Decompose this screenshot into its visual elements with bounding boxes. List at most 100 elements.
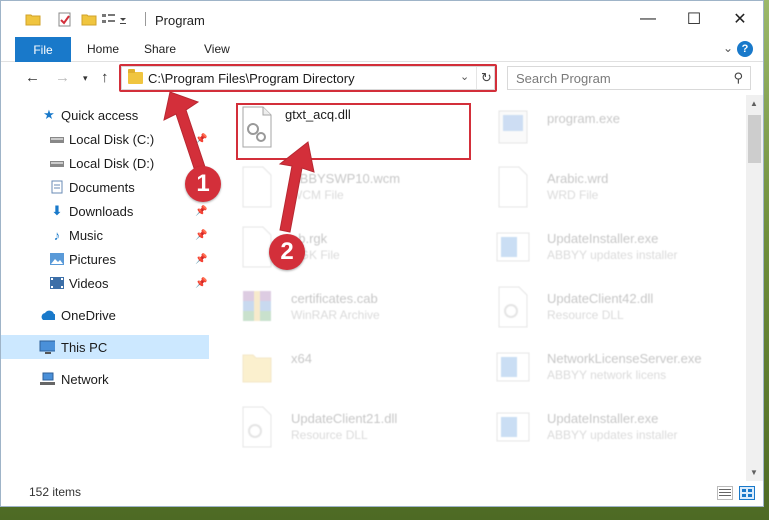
installer-icon bbox=[495, 345, 531, 389]
computer-icon bbox=[39, 339, 55, 355]
sidebar-item-this-pc[interactable]: This PC bbox=[1, 335, 209, 359]
status-bar: 152 items bbox=[1, 481, 763, 506]
new-folder-icon[interactable] bbox=[81, 12, 97, 26]
pin-icon[interactable]: 📌 bbox=[195, 134, 207, 145]
sidebar-item-onedrive[interactable]: OneDrive bbox=[1, 303, 209, 327]
documents-icon bbox=[49, 179, 65, 195]
file-type: ABBYY network licens bbox=[547, 368, 667, 382]
sidebar-item-music[interactable]: ♪ Music 📌 bbox=[1, 223, 209, 247]
dll-file-icon bbox=[239, 405, 275, 449]
tab-share[interactable]: Share bbox=[144, 42, 176, 56]
sidebar-item-local-disk-d[interactable]: Local Disk (D:) bbox=[1, 151, 209, 175]
file-item-networklicenseserver-exe[interactable]: NetworkLicenseServer.exe ABBYY network l… bbox=[489, 341, 729, 397]
pin-icon[interactable]: 📌 bbox=[195, 206, 207, 217]
pin-icon[interactable]: 📌 bbox=[195, 254, 207, 265]
file-type: WRD File bbox=[547, 188, 599, 202]
tab-file[interactable]: File bbox=[15, 37, 71, 62]
large-icons-view-icon[interactable] bbox=[739, 486, 755, 500]
file-name: program.exe bbox=[547, 111, 620, 126]
search-icon[interactable]: ⚲ bbox=[733, 70, 743, 86]
file-item-x64-folder[interactable]: x64 bbox=[233, 341, 473, 397]
forward-arrow-icon[interactable]: → bbox=[55, 69, 70, 86]
explorer-window: Program — ☐ ✕ File Home Share View ⌄ ? ←… bbox=[0, 0, 764, 507]
title-bar: Program — ☐ ✕ bbox=[1, 1, 763, 37]
file-name: Arabic.wrd bbox=[547, 171, 609, 186]
file-item-updateinstaller-exe[interactable]: UpdateInstaller.exe ABBYY updates instal… bbox=[489, 221, 729, 277]
file-name: ABBYSWP10.wcm bbox=[291, 171, 401, 186]
ribbon: File Home Share View ⌄ ? bbox=[1, 37, 763, 62]
dll-file-icon bbox=[495, 285, 531, 329]
folder-icon bbox=[239, 345, 275, 389]
sidebar-item-quick-access[interactable]: ★ Quick access bbox=[1, 103, 209, 127]
file-type: WinRAR Archive bbox=[291, 308, 380, 322]
scrollbar-thumb[interactable] bbox=[748, 115, 761, 163]
tab-home[interactable]: Home bbox=[87, 42, 119, 56]
up-arrow-icon[interactable]: ↑ bbox=[101, 69, 109, 86]
file-name: x64 bbox=[291, 351, 312, 366]
videos-icon bbox=[49, 275, 65, 291]
callout-2: 2 bbox=[269, 234, 305, 270]
sidebar-item-label: Network bbox=[61, 371, 109, 387]
file-name: UpdateClient21.dll bbox=[291, 411, 398, 426]
file-item-arabic-wrd[interactable]: Arabic.wrd WRD File bbox=[489, 161, 729, 217]
sidebar-item-videos[interactable]: Videos 📌 bbox=[1, 271, 209, 295]
scroll-down-icon[interactable]: ▼ bbox=[750, 468, 758, 477]
file-type: Resource DLL bbox=[291, 428, 368, 442]
sidebar-item-label: Videos bbox=[69, 275, 109, 291]
help-icon[interactable]: ? bbox=[737, 41, 753, 57]
file-name: UpdateInstaller.exe bbox=[547, 231, 659, 246]
window-title: Program bbox=[155, 13, 205, 28]
sidebar-item-label: Local Disk (C:) bbox=[69, 131, 155, 147]
search-placeholder: Search Program bbox=[516, 71, 611, 86]
cloud-icon bbox=[39, 307, 55, 323]
file-name: certificates.cab bbox=[291, 291, 378, 306]
file-item-updateinstaller-exe-2[interactable]: UpdateInstaller.exe ABBYY updates instal… bbox=[489, 401, 729, 457]
folder-icon[interactable] bbox=[25, 12, 41, 26]
file-name: UpdateClient42.dll bbox=[547, 291, 654, 306]
file-item-certificates-cab[interactable]: certificates.cab WinRAR Archive bbox=[233, 281, 473, 337]
installer-icon bbox=[495, 225, 531, 269]
sidebar-item-label: Downloads bbox=[69, 203, 134, 219]
scroll-up-icon[interactable]: ▲ bbox=[750, 99, 758, 108]
tab-view[interactable]: View bbox=[204, 42, 230, 56]
drive-icon bbox=[49, 155, 65, 171]
back-arrow-icon[interactable]: ← bbox=[25, 69, 40, 86]
file-icon bbox=[495, 165, 531, 209]
maximize-button[interactable]: ☐ bbox=[671, 1, 717, 37]
file-type: ABBYY updates installer bbox=[547, 428, 678, 442]
close-button[interactable]: ✕ bbox=[717, 1, 763, 37]
pin-icon[interactable]: 📌 bbox=[195, 278, 207, 289]
file-item-wcm[interactable]: ABBYSWP10.wcm WCM File bbox=[233, 161, 473, 217]
file-item-updateclient21-dll[interactable]: UpdateClient21.dll Resource DLL bbox=[233, 401, 473, 457]
pin-icon[interactable]: 📌 bbox=[195, 230, 207, 241]
file-item-program-exe[interactable]: program.exe bbox=[489, 101, 729, 157]
installer-icon bbox=[495, 405, 531, 449]
chevron-down-icon[interactable]: ⌄ bbox=[723, 41, 733, 55]
file-item-updateclient42-dll[interactable]: UpdateClient42.dll Resource DLL bbox=[489, 281, 729, 337]
file-type: Resource DLL bbox=[547, 308, 624, 322]
recent-locations-chevron-icon[interactable]: ▾ bbox=[83, 73, 88, 84]
drive-icon bbox=[49, 131, 65, 147]
sidebar-item-pictures[interactable]: Pictures 📌 bbox=[1, 247, 209, 271]
navigation-pane: ★ Quick access Local Disk (C:) 📌 Local D… bbox=[1, 95, 209, 481]
sidebar-item-downloads[interactable]: ⬇ Downloads 📌 bbox=[1, 199, 209, 223]
sidebar-item-label: Quick access bbox=[61, 107, 139, 123]
sidebar-item-label: Local Disk (D:) bbox=[69, 155, 155, 171]
star-icon: ★ bbox=[43, 107, 55, 122]
sidebar-item-network[interactable]: Network bbox=[1, 367, 209, 391]
vertical-scrollbar[interactable]: ▲ ▼ bbox=[746, 95, 763, 481]
sidebar-item-local-disk-c[interactable]: Local Disk (C:) 📌 bbox=[1, 127, 209, 151]
search-input[interactable]: Search Program ⚲ bbox=[507, 66, 751, 90]
download-icon: ⬇ bbox=[51, 203, 63, 218]
sidebar-item-label: Pictures bbox=[69, 251, 116, 267]
file-type: ABBYY updates installer bbox=[547, 248, 678, 262]
file-icon bbox=[239, 165, 275, 209]
sidebar-item-label: OneDrive bbox=[61, 307, 116, 323]
details-view-icon[interactable] bbox=[717, 486, 733, 500]
sidebar-item-documents[interactable]: Documents 📌 bbox=[1, 175, 209, 199]
minimize-button[interactable]: — bbox=[625, 1, 671, 37]
properties-icon[interactable] bbox=[57, 12, 73, 27]
address-highlight bbox=[119, 64, 497, 92]
navigation-bar: ← → ▾ ↑ C:\Program Files\Program Directo… bbox=[1, 62, 763, 95]
customize-toolbar-icon[interactable] bbox=[101, 12, 129, 26]
